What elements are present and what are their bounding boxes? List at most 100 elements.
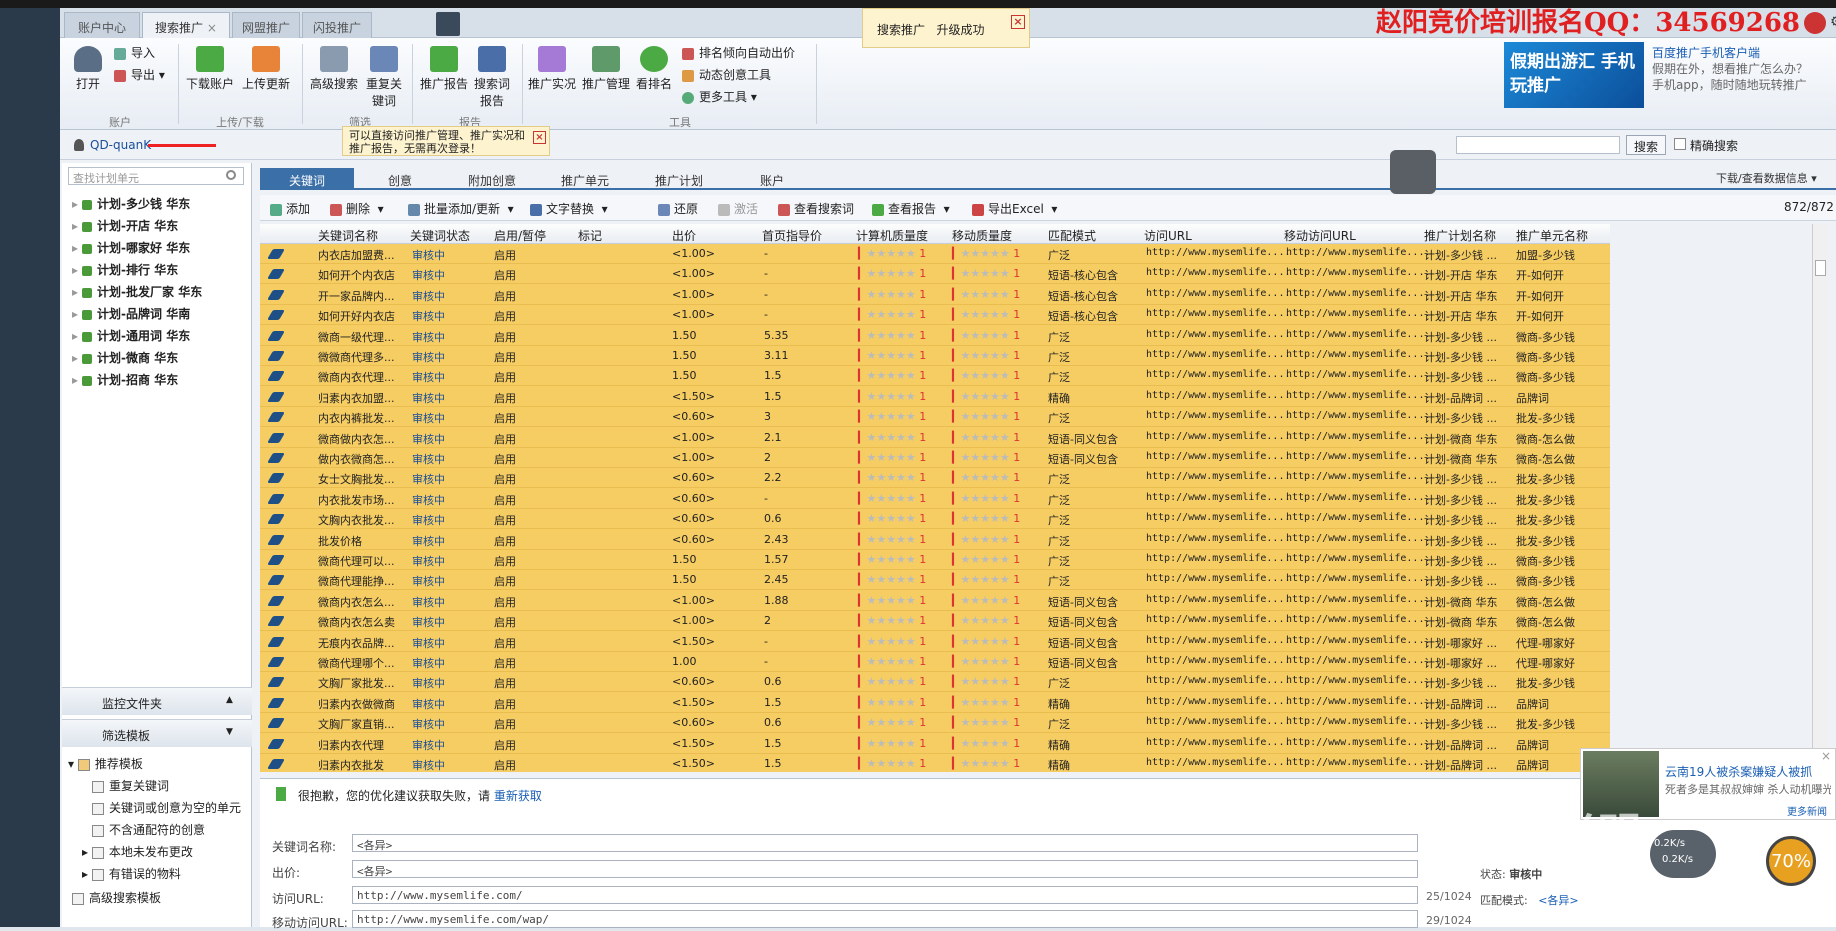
cell-plan[interactable]: 计划-哪家好 ...: [1424, 655, 1497, 671]
cell-plan[interactable]: 计划-品牌词 ...: [1424, 737, 1497, 753]
plan-item[interactable]: ▸ 计划-多少钱 华东: [72, 195, 190, 212]
cell-mobile-url[interactable]: http://www.mysemlife....: [1286, 329, 1431, 340]
table-row[interactable]: 微商做内衣怎... 审核中 启用 <1.00> 2.1 短语-同义包含 计划-微商 华东 微商…: [260, 428, 1610, 448]
plan-item[interactable]: ▸ 计划-通用词 华东: [72, 327, 190, 344]
edit-pencil-icon[interactable]: [267, 534, 285, 545]
url-field[interactable]: http://www.mysemlife.com/: [352, 886, 1418, 904]
edit-pencil-icon[interactable]: [267, 493, 285, 504]
cell-match[interactable]: 广泛: [1048, 675, 1070, 691]
cell-plan[interactable]: 计划-品牌词 ...: [1424, 390, 1497, 406]
table-row[interactable]: 开一家品牌内... 审核中 启用 <1.00> - 短语-核心包含 计划-开店 华东 开-如何…: [260, 285, 1610, 305]
cell-keyword[interactable]: 内衣批发市场...: [318, 492, 395, 508]
cell-match[interactable]: 广泛: [1048, 471, 1070, 487]
cell-status[interactable]: 审核中: [412, 573, 445, 589]
cell-url[interactable]: http://www.mysemlife....: [1146, 573, 1291, 584]
table-row[interactable]: 微商一级代理... 审核中 启用 1.50 5.35 广泛 计划-多少钱 ... 微商-多少钱…: [260, 326, 1610, 346]
cell-url[interactable]: http://www.mysemlife....: [1146, 451, 1291, 462]
cell-unit[interactable]: 批发-多少钱: [1516, 492, 1575, 508]
cell-guide-price[interactable]: 1.88: [764, 594, 789, 607]
cell-bid[interactable]: <1.00>: [672, 594, 715, 607]
cell-mobile-url[interactable]: http://www.mysemlife....: [1286, 288, 1431, 299]
cell-match[interactable]: 精确: [1048, 390, 1070, 406]
edit-pencil-icon[interactable]: [267, 636, 285, 647]
add-button[interactable]: 添加: [270, 200, 310, 217]
cell-guide-price[interactable]: 3.11: [764, 349, 789, 362]
plan-search-input[interactable]: 查找计划单元: [68, 167, 244, 185]
keyword-name-field[interactable]: <各异>: [352, 834, 1418, 852]
cell-match[interactable]: 短语-核心包含: [1048, 308, 1118, 324]
plan-item[interactable]: ▸ 计划-招商 华东: [72, 371, 178, 388]
close-icon[interactable]: ×: [1821, 749, 1831, 763]
cell-plan[interactable]: 计划-开店 华东: [1424, 288, 1497, 304]
cell-keyword[interactable]: 如何开好内衣店: [318, 308, 395, 324]
cell-enable[interactable]: 启用: [494, 369, 516, 385]
cell-keyword[interactable]: 归素内衣做微商: [318, 696, 395, 712]
retry-link[interactable]: 重新获取: [494, 789, 542, 803]
cell-bid[interactable]: <1.50>: [672, 737, 715, 750]
cell-status[interactable]: 审核中: [412, 553, 445, 569]
cell-match[interactable]: 短语-同义包含: [1048, 614, 1118, 630]
cell-unit[interactable]: 微商-多少钱: [1516, 553, 1575, 569]
minimize-icon[interactable]: [1804, 12, 1826, 34]
cell-status[interactable]: 审核中: [412, 349, 445, 365]
cell-match[interactable]: 广泛: [1048, 512, 1070, 528]
cell-keyword[interactable]: 内衣店加盟费...: [318, 247, 395, 263]
cell-plan[interactable]: 计划-多少钱 ...: [1424, 533, 1497, 549]
cell-url[interactable]: http://www.mysemlife....: [1146, 471, 1291, 482]
mobile-url-field[interactable]: http://www.mysemlife.com/wap/: [352, 910, 1418, 928]
edit-pencil-icon[interactable]: [267, 677, 285, 688]
duplicate-keyword-button[interactable]: 重复关键词: [364, 46, 404, 109]
table-row[interactable]: 如何开个内衣店 审核中 启用 <1.00> - 短语-核心包含 计划-开店 华东 开-如何开 h…: [260, 264, 1610, 285]
table-row[interactable]: 批发价格 审核中 启用 <0.60> 2.43 广泛 计划-多少钱 ... 批发-多少钱 htt…: [260, 530, 1610, 550]
exact-search-checkbox[interactable]: [1674, 138, 1686, 150]
tab-creatives[interactable]: 创意: [354, 168, 446, 190]
cell-guide-price[interactable]: -: [764, 308, 768, 321]
cell-status[interactable]: 审核中: [412, 737, 445, 753]
auto-bid-button[interactable]: 排名倾向自动出价: [682, 44, 795, 61]
cell-enable[interactable]: 启用: [494, 737, 516, 753]
cell-bid[interactable]: <0.60>: [672, 410, 715, 423]
cell-unit[interactable]: 微商-多少钱: [1516, 573, 1575, 589]
template-item[interactable]: 重复关键词: [92, 777, 169, 794]
cell-status[interactable]: 审核中: [412, 696, 445, 712]
cell-guide-price[interactable]: -: [764, 655, 768, 668]
table-row[interactable]: 归素内衣加盟... 审核中 启用 <1.50> 1.5 精确 计划-品牌词 ... 品牌词 ht…: [260, 387, 1610, 407]
cell-match[interactable]: 短语-同义包含: [1048, 655, 1118, 671]
cell-guide-price[interactable]: 1.5: [764, 757, 782, 770]
import-button[interactable]: 导入: [114, 44, 155, 61]
download-data-link[interactable]: 下载/查看数据信息 ▾: [1716, 170, 1817, 186]
dynamic-creative-button[interactable]: 动态创意工具: [682, 66, 771, 83]
cell-mobile-url[interactable]: http://www.mysemlife....: [1286, 757, 1431, 768]
cell-mobile-url[interactable]: http://www.mysemlife....: [1286, 267, 1431, 278]
cell-url[interactable]: http://www.mysemlife....: [1146, 288, 1291, 299]
edit-pencil-icon[interactable]: [267, 351, 285, 361]
cell-keyword[interactable]: 微商一级代理...: [318, 329, 395, 345]
cell-bid[interactable]: <1.50>: [672, 635, 715, 648]
cell-unit[interactable]: 批发-多少钱: [1516, 410, 1575, 426]
cell-unit[interactable]: 开-如何开: [1516, 267, 1564, 283]
cell-enable[interactable]: 启用: [494, 594, 516, 610]
table-row[interactable]: 文胸厂家直销... 审核中 启用 <0.60> 0.6 广泛 计划-多少钱 ... 批发-多少…: [260, 713, 1610, 734]
edit-pencil-icon[interactable]: [267, 412, 285, 423]
cell-plan[interactable]: 计划-哪家好 ...: [1424, 635, 1497, 651]
cell-mobile-url[interactable]: http://www.mysemlife....: [1286, 716, 1431, 727]
cell-url[interactable]: http://www.mysemlife....: [1146, 431, 1291, 442]
cell-enable[interactable]: 启用: [494, 635, 516, 651]
cell-match[interactable]: 广泛: [1048, 247, 1070, 263]
cell-enable[interactable]: 启用: [494, 512, 516, 528]
expand-icon[interactable]: ▼: [226, 727, 233, 737]
cell-match[interactable]: 短语-同义包含: [1048, 635, 1118, 651]
cell-mobile-url[interactable]: http://www.mysemlife....: [1286, 492, 1431, 503]
cell-match[interactable]: 短语-同义包含: [1048, 451, 1118, 467]
cell-status[interactable]: 审核中: [412, 675, 445, 691]
edit-pencil-icon[interactable]: [267, 432, 285, 443]
cell-guide-price[interactable]: 1.5: [764, 696, 782, 709]
cell-status[interactable]: 审核中: [412, 533, 445, 549]
cell-match[interactable]: 广泛: [1048, 716, 1070, 732]
cell-mobile-url[interactable]: http://www.mysemlife....: [1286, 308, 1431, 319]
cell-guide-price[interactable]: -: [764, 635, 768, 648]
edit-pencil-icon[interactable]: [267, 555, 285, 565]
cell-mobile-url[interactable]: http://www.mysemlife....: [1286, 614, 1431, 625]
plan-item[interactable]: ▸ 计划-哪家好 华东: [72, 239, 190, 256]
cell-mobile-url[interactable]: http://www.mysemlife....: [1286, 431, 1431, 442]
